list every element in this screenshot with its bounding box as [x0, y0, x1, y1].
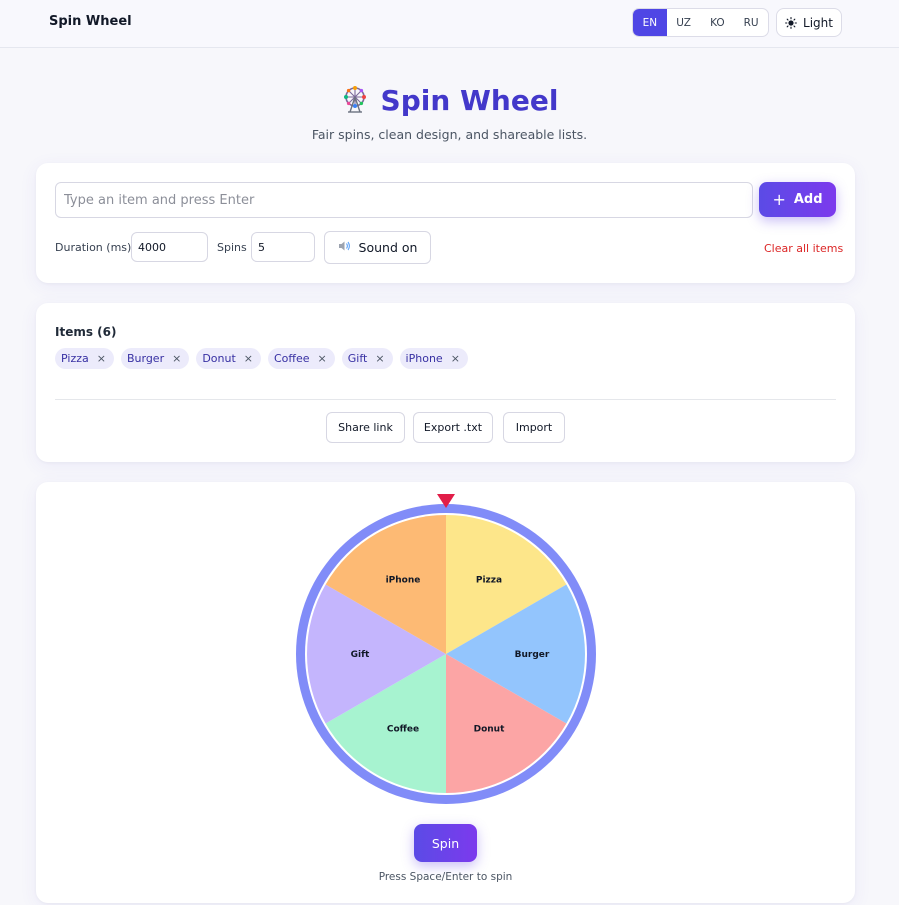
- items-heading: Items (6): [55, 325, 117, 339]
- brand-name: Spin Wheel: [49, 14, 132, 29]
- add-button-label: Add: [793, 192, 823, 207]
- wheel-segment-label: Gift: [351, 650, 370, 660]
- theme-label: Light: [803, 15, 833, 30]
- chip-label: Donut: [202, 352, 236, 365]
- item-chip: Coffee ×: [268, 348, 335, 369]
- page-subtitle: Fair spins, clean design, and shareable …: [311, 127, 588, 142]
- page-title-text: Spin Wheel: [380, 84, 559, 117]
- item-chip: Burger ×: [120, 348, 190, 369]
- item-chip: Gift ×: [341, 348, 393, 369]
- chip-label: iPhone: [405, 352, 443, 365]
- lang-en-button[interactable]: EN: [633, 9, 667, 36]
- spin-button[interactable]: Spin: [414, 824, 477, 862]
- import-button[interactable]: Import: [503, 412, 565, 443]
- item-chip: Donut ×: [196, 348, 261, 369]
- close-icon[interactable]: ×: [451, 352, 460, 365]
- chip-label: Burger: [126, 352, 165, 365]
- close-icon[interactable]: ×: [375, 352, 384, 365]
- wheel-segment-label: Donut: [474, 724, 505, 734]
- item-chip: Pizza ×: [55, 348, 114, 369]
- close-icon[interactable]: ×: [244, 352, 253, 365]
- item-chips: Pizza × Burger × Donut × Coffee × Gift × iPho…: [55, 348, 468, 369]
- language-switcher: EN UZ KO RU: [632, 8, 769, 37]
- plus-icon: +: [772, 189, 786, 209]
- spins-label: Spins: [217, 241, 247, 254]
- ferris-wheel-icon: [341, 85, 369, 120]
- wheel-segment-label: Pizza: [476, 576, 502, 586]
- sun-icon: [785, 16, 797, 29]
- wheel-segment-label: Coffee: [387, 724, 419, 734]
- lang-ru-button[interactable]: RU: [734, 9, 768, 36]
- wheel-card: Pizza Burger Donut Coffee Gift iPhone Spin Pr…: [36, 482, 855, 903]
- clear-all-link[interactable]: Clear all items: [764, 242, 843, 255]
- wheel-segment-label: Burger: [515, 650, 550, 660]
- duration-label: Duration (ms): [55, 241, 132, 254]
- spin-wheel[interactable]: Pizza Burger Donut Coffee Gift iPhone: [292, 490, 600, 808]
- close-icon[interactable]: ×: [318, 352, 327, 365]
- chip-label: Coffee: [274, 352, 310, 365]
- page-title: Spin Wheel: [0, 84, 899, 120]
- divider: [55, 399, 836, 400]
- export-txt-button[interactable]: Export .txt: [413, 412, 493, 443]
- item-chip: iPhone ×: [399, 348, 468, 369]
- spins-input[interactable]: [251, 232, 315, 262]
- add-button[interactable]: + Add: [759, 182, 836, 217]
- wheel-segment-label: iPhone: [386, 576, 421, 586]
- controls-card: + Add Duration (ms) Spins Sound on Clear…: [36, 163, 855, 283]
- top-bar: Spin Wheel EN UZ KO RU Light: [0, 0, 899, 48]
- theme-toggle-button[interactable]: Light: [776, 8, 842, 37]
- duration-input[interactable]: [131, 232, 208, 262]
- chip-label: Pizza: [61, 352, 89, 365]
- close-icon[interactable]: ×: [97, 352, 106, 365]
- spin-hint: Press Space/Enter to spin: [378, 871, 513, 883]
- item-input[interactable]: [55, 182, 753, 218]
- sound-toggle-button[interactable]: Sound on: [324, 231, 431, 264]
- lang-uz-button[interactable]: UZ: [667, 9, 701, 36]
- share-link-button[interactable]: Share link: [326, 412, 405, 443]
- close-icon[interactable]: ×: [172, 352, 181, 365]
- chip-label: Gift: [347, 352, 368, 365]
- lang-ko-button[interactable]: KO: [701, 9, 735, 36]
- items-card: Items (6) Pizza × Burger × Donut × Coffee × …: [36, 303, 855, 462]
- speaker-icon: [338, 240, 351, 255]
- sound-label: Sound on: [358, 240, 418, 255]
